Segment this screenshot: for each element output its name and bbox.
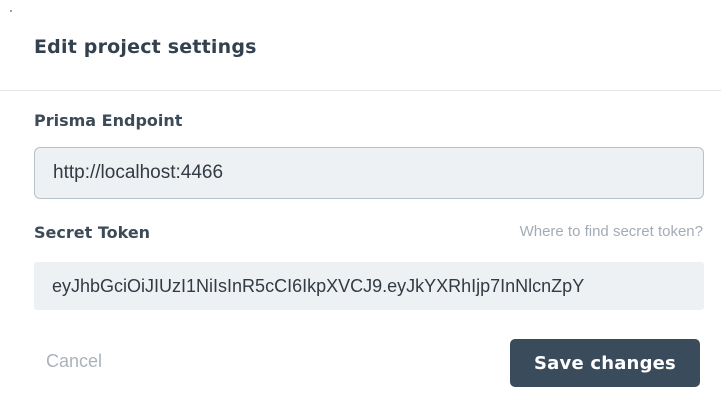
endpoint-input-value: http://localhost:4466: [53, 162, 224, 183]
dialog-title: Edit project settings: [34, 36, 257, 58]
endpoint-input[interactable]: http://localhost:4466: [34, 147, 704, 199]
find-secret-token-link[interactable]: Where to find secret token?: [520, 223, 703, 240]
secret-token-input[interactable]: eyJhbGciOiJIUzI1NiIsInR5cCI6IkpXVCJ9.eyJ…: [34, 262, 704, 310]
save-changes-button[interactable]: Save changes: [510, 339, 700, 387]
edit-project-settings-dialog: Edit project settings Prisma Endpoint ht…: [0, 0, 721, 406]
secret-token-input-value: eyJhbGciOiJIUzI1NiIsInR5cCI6IkpXVCJ9.eyJ…: [52, 275, 585, 296]
endpoint-label: Prisma Endpoint: [34, 111, 183, 130]
secret-token-label: Secret Token: [34, 223, 151, 242]
dialog-header: Edit project settings: [0, 0, 721, 91]
cancel-button[interactable]: Cancel: [46, 351, 102, 372]
